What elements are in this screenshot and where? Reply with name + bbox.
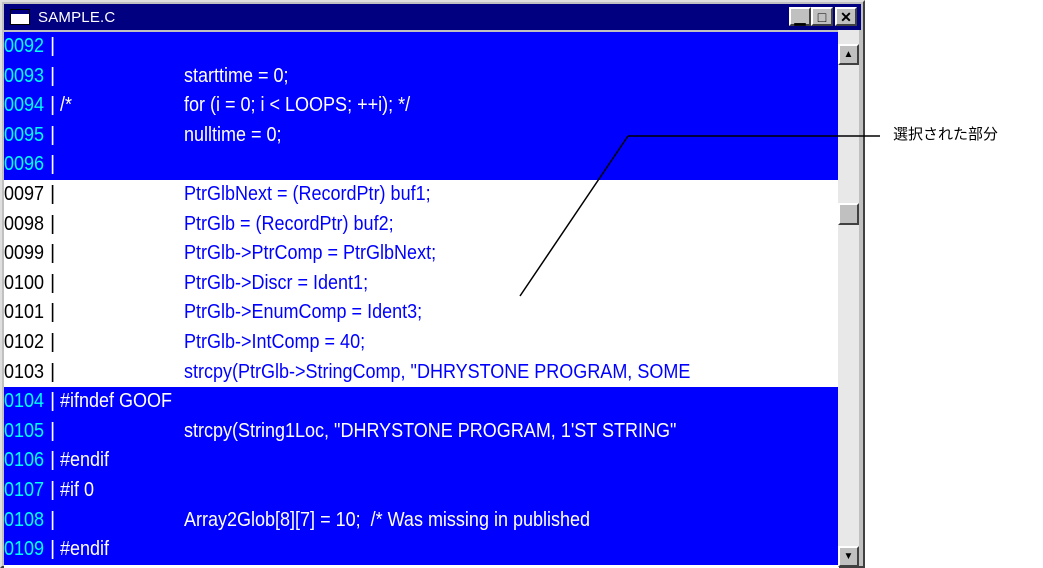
code-line[interactable]: 0102 | PtrGlb->IntComp = 40; [4,328,839,358]
code-line[interactable]: 0104 | #ifndef GOOF [4,387,839,417]
line-number: 0101 [4,301,45,324]
down-arrow-icon: ▼ [843,551,854,562]
code-line[interactable]: 0098 | PtrGlb = (RecordPtr) buf2; [4,209,839,240]
window-title: SAMPLE.C [38,8,116,26]
scroll-thumb[interactable] [838,202,859,225]
minimize-button[interactable]: ▁ [789,7,811,26]
line-number: 0094 [4,94,45,117]
line-prefix: #endif [60,449,110,472]
line-separator: | [50,479,56,501]
title-bar[interactable]: SAMPLE.C ▁ □ ✕ [4,4,861,30]
code-line[interactable]: 0108 | Array2Glob[8][7] = 10; /* Was missi… [4,505,839,536]
line-prefix: #if 0 [60,479,95,501]
code-line[interactable]: 0103 | strcpy(PtrGlb->StringComp, "DHRYSTO… [4,357,839,388]
maximize-button[interactable]: □ [811,7,833,26]
line-code: PtrGlb = (RecordPtr) buf2; [184,212,394,235]
line-separator: | [50,449,56,472]
line-code: PtrGlb->IntComp = 40; [184,331,366,353]
line-separator: | [50,242,56,265]
line-code: starttime = 0; [184,64,289,87]
line-separator: | [50,153,56,176]
line-number: 0093 [4,64,45,87]
line-prefix: #ifndef GOOF [60,390,173,413]
line-code: nulltime = 0; [184,123,282,146]
line-number: 0097 [4,183,45,205]
code-line[interactable]: 0106 | #endif [4,446,839,476]
document-icon[interactable] [10,9,30,25]
scroll-down-button[interactable]: ▼ [838,546,859,567]
line-separator: | [50,508,56,531]
line-separator: | [50,94,56,117]
line-number: 0092 [4,35,45,57]
scroll-up-button[interactable]: ▲ [838,44,859,65]
line-number: 0109 [4,538,45,561]
line-separator: | [50,64,56,87]
line-prefix: /* [60,94,73,117]
code-line[interactable]: 0099 | PtrGlb->PtrComp = PtrGlbNext; [4,239,839,269]
up-arrow-icon: ▲ [843,49,854,60]
code-line[interactable]: 0097 | PtrGlbNext = (RecordPtr) buf1; [4,180,839,210]
line-number: 0108 [4,508,45,531]
editor-window: SAMPLE.C ▁ □ ✕ 0092 | 0093 | starttime = 0; 0… [0,0,865,568]
code-line[interactable]: 0109 | #endif [4,535,839,565]
line-code: PtrGlbNext = (RecordPtr) buf1; [184,183,431,205]
line-code: Array2Glob[8][7] = 10; /* Was missing in… [184,508,591,531]
close-button[interactable]: ✕ [835,7,857,26]
line-number: 0098 [4,212,45,235]
line-number: 0095 [4,123,45,146]
line-number: 0106 [4,449,45,472]
code-line[interactable]: 0094 |/* for (i = 0; i < LOOPS; ++i); */ [4,91,839,121]
line-separator: | [50,212,56,235]
code-line[interactable]: 0105 | strcpy(String1Loc, "DHRYSTONE PROGR… [4,416,839,447]
window-controls: ▁ □ ✕ [789,7,857,26]
line-separator: | [50,538,56,561]
line-number: 0102 [4,331,45,353]
close-icon: ✕ [840,8,852,25]
line-number: 0096 [4,153,45,176]
code-line[interactable]: 0096 | [4,150,839,180]
line-code: PtrGlb->Discr = Ident1; [184,271,369,294]
line-number: 0100 [4,271,45,294]
line-separator: | [50,419,56,442]
code-line[interactable]: 0101 | PtrGlb->EnumComp = Ident3; [4,298,839,328]
code-line[interactable]: 0095 | nulltime = 0; [4,120,839,151]
line-code: strcpy(PtrGlb->StringComp, "DHRYSTONE PR… [184,360,691,383]
line-code: PtrGlb->PtrComp = PtrGlbNext; [184,242,437,265]
line-separator: | [50,331,56,353]
code-line[interactable]: 0092 | [4,32,839,62]
line-prefix: #endif [60,538,110,561]
maximize-icon: □ [817,8,827,25]
line-separator: | [50,123,56,146]
line-number: 0104 [4,390,45,413]
annotation-label: 選択された部分 [893,125,999,143]
line-number: 0099 [4,242,45,265]
line-number: 0105 [4,419,45,442]
line-separator: | [50,360,56,383]
line-separator: | [50,301,56,324]
line-separator: | [50,183,56,205]
code-line[interactable]: 0100 | PtrGlb->Discr = Ident1; [4,268,839,299]
minimize-icon: ▁ [794,8,806,25]
code-editor[interactable]: 0092 | 0093 | starttime = 0; 0094 |/* for (i = … [4,32,839,568]
line-separator: | [50,271,56,294]
line-number: 0103 [4,360,45,383]
code-line[interactable]: 0107 | #if 0 [4,476,839,506]
code-line[interactable]: 0093 | starttime = 0; [4,61,839,92]
vertical-scrollbar[interactable]: ▲ ▼ [838,30,859,567]
line-code: PtrGlb->EnumComp = Ident3; [184,301,423,324]
line-code: strcpy(String1Loc, "DHRYSTONE PROGRAM, 1… [184,419,677,442]
line-number: 0107 [4,479,45,501]
line-separator: | [50,390,56,413]
line-code: for (i = 0; i < LOOPS; ++i); */ [184,94,411,117]
line-separator: | [50,35,56,57]
